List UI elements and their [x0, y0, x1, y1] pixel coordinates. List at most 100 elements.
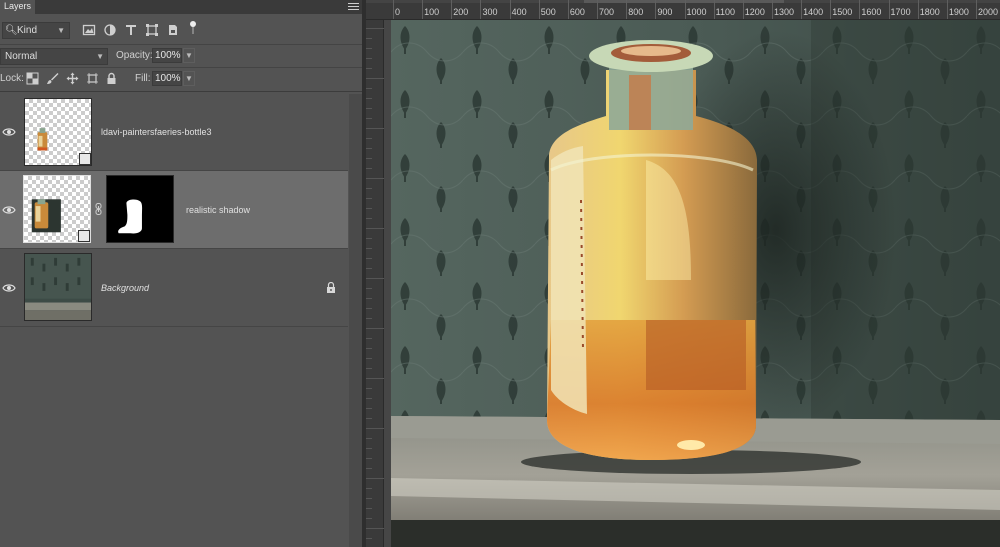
ruler-tick	[888, 0, 890, 19]
smart-object-badge-icon	[79, 153, 91, 165]
ruler-tick	[713, 0, 715, 19]
fill-dropdown-icon[interactable]: ▼	[183, 71, 195, 86]
ruler-tick	[626, 0, 628, 19]
ruler-tick	[393, 0, 394, 19]
tab-layers[interactable]: Layers	[0, 0, 36, 14]
ruler-tick	[366, 418, 372, 419]
ruler-tick	[366, 68, 372, 69]
smart-object-filter-icon[interactable]	[166, 23, 180, 37]
layer-row-bottle[interactable]: ldavi-paintersfaeries-bottle3	[0, 94, 348, 171]
ruler-tick	[917, 0, 919, 19]
layer-name[interactable]: ldavi-paintersfaeries-bottle3	[101, 127, 212, 137]
ruler-tick	[366, 128, 384, 129]
ruler-label: 1300	[773, 7, 794, 17]
ruler-tick	[480, 0, 482, 19]
ruler-tick	[366, 218, 372, 219]
ruler-tick	[366, 78, 384, 79]
ruler-tick	[366, 58, 372, 59]
ruler-tick	[366, 518, 372, 519]
ruler-tick	[422, 0, 424, 19]
adjustment-filter-icon[interactable]	[103, 23, 117, 37]
ruler-tick	[366, 328, 384, 329]
ruler-tick	[366, 228, 384, 229]
ruler-tick	[366, 338, 372, 339]
ruler-tick	[366, 388, 372, 389]
ruler-tick	[366, 438, 372, 439]
ruler-label: 2000	[978, 7, 999, 17]
lock-artboard-icon[interactable]	[86, 72, 99, 85]
layer-thumbnail[interactable]	[24, 98, 92, 166]
blend-row: Normal ▼ Opacity: 100% ▼	[0, 46, 362, 66]
ruler-tick	[366, 298, 372, 299]
layer-mask-thumbnail[interactable]	[106, 175, 174, 243]
eye-icon[interactable]	[2, 127, 16, 137]
ruler-tick	[366, 478, 384, 479]
image-filter-icon[interactable]	[82, 23, 96, 37]
ruler-tick	[366, 48, 372, 49]
opacity-label: Opacity:	[116, 50, 153, 61]
canvas-artwork	[391, 20, 1000, 547]
ruler-label: 1700	[890, 7, 911, 17]
layer-row-background[interactable]: Background	[0, 249, 348, 327]
panel-menu-icon[interactable]	[348, 0, 359, 12]
layer-row-realistic-shadow[interactable]: realistic shadow	[0, 171, 348, 249]
panel-scrollbar[interactable]	[349, 94, 362, 547]
ruler-tick	[366, 118, 372, 119]
link-icon[interactable]	[94, 203, 103, 215]
ruler-tick	[366, 358, 372, 359]
ruler-tick	[366, 508, 372, 509]
ruler-tick	[366, 318, 372, 319]
ruler-tick	[366, 538, 372, 539]
layer-thumbnail[interactable]	[24, 253, 92, 321]
fill-label: Fill:	[135, 73, 151, 84]
blend-mode-value: Normal	[5, 51, 38, 62]
ruler-tick	[366, 498, 372, 499]
ruler-label: 600	[569, 7, 585, 17]
shape-filter-icon[interactable]	[145, 23, 159, 37]
ruler-tick	[366, 258, 372, 259]
ruler-label: 200	[453, 7, 469, 17]
divider	[0, 91, 362, 92]
opacity-input[interactable]: 100%	[152, 48, 182, 63]
ruler-tick	[366, 368, 372, 369]
ruler-tick	[366, 148, 372, 149]
ruler-tick	[366, 428, 384, 429]
lock-position-icon[interactable]	[66, 72, 79, 85]
document-canvas[interactable]	[391, 20, 1000, 547]
layer-name[interactable]: realistic shadow	[186, 205, 250, 215]
ruler-label: 1800	[919, 7, 940, 17]
canvas-gutter	[384, 20, 391, 547]
ruler-tick	[538, 0, 540, 19]
kind-filter-select[interactable]: 🔍︎ Kind ▼	[2, 22, 70, 39]
eye-icon[interactable]	[2, 283, 16, 293]
fill-input[interactable]: 100%	[152, 71, 182, 86]
eye-icon[interactable]	[2, 205, 16, 215]
lock-row: Lock: Fill: 100% ▼	[0, 70, 362, 88]
ruler-tick	[366, 238, 372, 239]
layer-name[interactable]: Background	[101, 283, 149, 293]
ruler-label: 1500	[832, 7, 853, 17]
ruler-tick	[946, 0, 948, 19]
ruler-tick	[742, 0, 744, 19]
ruler-tick	[771, 0, 773, 19]
ruler-tick	[597, 0, 599, 19]
ruler-label: 0	[395, 7, 401, 17]
lock-transparent-icon[interactable]	[26, 72, 39, 85]
ruler-tick	[366, 158, 372, 159]
type-filter-icon[interactable]	[124, 23, 138, 37]
ruler-tick	[366, 348, 372, 349]
ruler-tick	[655, 0, 657, 19]
layer-thumbnail[interactable]	[23, 175, 91, 243]
horizontal-ruler[interactable]: 0 100 200 300 400 500 600 700 800 900 1000 1100 1200…	[366, 0, 1000, 20]
lock-all-icon[interactable]	[105, 72, 118, 85]
ruler-tick	[366, 108, 372, 109]
ruler-tick	[567, 0, 569, 19]
filter-toggle-icon[interactable]	[186, 20, 200, 34]
lock-paint-icon[interactable]	[46, 72, 59, 85]
blend-mode-select[interactable]: Normal ▼	[0, 48, 108, 65]
opacity-dropdown-icon[interactable]: ▼	[183, 48, 195, 63]
vertical-ruler[interactable]	[366, 20, 384, 547]
ruler-tick	[366, 98, 372, 99]
chevron-down-icon: ▼	[96, 52, 104, 61]
ruler-tick	[366, 248, 372, 249]
